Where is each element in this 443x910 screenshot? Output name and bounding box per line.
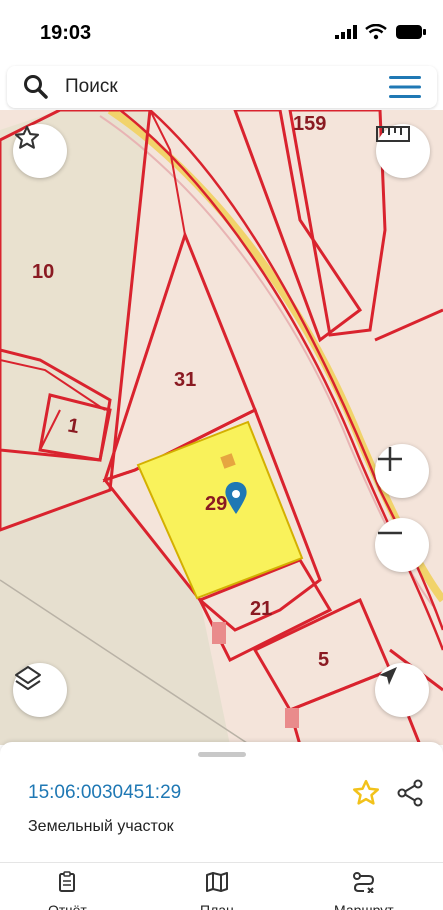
sheet-drag-handle[interactable] (198, 752, 246, 757)
parcel-label: 5 (318, 649, 329, 671)
search-icon (23, 74, 49, 100)
object-type: Земельный участок (28, 818, 174, 835)
tab-route-label: Маршрут (334, 902, 394, 910)
status-bar: 19:03 (0, 0, 443, 66)
status-icons (335, 23, 427, 45)
ruler-button[interactable] (376, 124, 430, 178)
parcel-label: 10 (32, 261, 54, 283)
map-plan-icon (205, 871, 229, 898)
bottom-tab-bar: Отчёт План Маршрут (0, 862, 443, 910)
tab-plan-label: План (200, 902, 234, 910)
parcel-label: 159 (293, 113, 326, 135)
my-location-button[interactable] (375, 663, 429, 717)
layers-button[interactable] (13, 663, 67, 717)
zoom-in-button[interactable] (375, 444, 429, 498)
battery-icon (395, 24, 427, 45)
tab-report-label: Отчёт (48, 902, 87, 910)
status-time: 19:03 (40, 22, 92, 44)
tab-route[interactable]: Маршрут (334, 871, 394, 910)
tab-report[interactable]: Отчёт (48, 871, 87, 910)
search-input[interactable]: Поиск (65, 76, 118, 98)
zoom-out-button[interactable] (375, 518, 429, 572)
signal-icon (335, 25, 357, 44)
favorite-star-icon[interactable] (351, 778, 381, 808)
route-icon (352, 871, 376, 898)
parcel-label: 31 (174, 369, 196, 391)
tab-plan[interactable]: План (200, 871, 234, 910)
hamburger-menu-icon[interactable] (389, 75, 421, 99)
cadastral-map[interactable]: 159 10 31 1 29 21 5 (0, 110, 443, 745)
cadastral-number[interactable]: 15:06:0030451:29 (28, 782, 181, 804)
parcel-label: 21 (250, 598, 272, 620)
wifi-icon (365, 23, 387, 45)
share-icon[interactable] (395, 778, 425, 808)
object-info-sheet[interactable]: 15:06:0030451:29 Земельный участок (0, 742, 443, 862)
favorite-button[interactable] (13, 124, 67, 178)
search-bar[interactable]: Поиск (7, 66, 437, 108)
report-icon (56, 871, 78, 898)
parcel-label: 29 (205, 493, 227, 515)
